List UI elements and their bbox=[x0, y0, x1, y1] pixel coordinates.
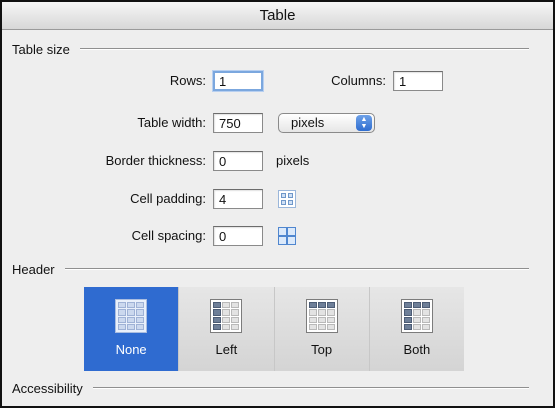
section-accessibility-label: Accessibility bbox=[12, 380, 83, 396]
columns-label: Columns: bbox=[331, 73, 386, 88]
section-table-size: Table size bbox=[12, 40, 529, 58]
section-header: Header bbox=[12, 260, 529, 278]
table-dialog: Table Table size Rows: Columns: Table wi… bbox=[0, 0, 555, 408]
section-accessibility: Accessibility bbox=[12, 379, 529, 397]
section-table-size-label: Table size bbox=[12, 41, 70, 57]
header-option-none[interactable]: None bbox=[84, 287, 180, 371]
border-thickness-input[interactable] bbox=[213, 151, 263, 171]
width-unit-value: pixels bbox=[291, 115, 325, 130]
header-option-label: Top bbox=[311, 342, 333, 357]
border-unit-label: pixels bbox=[276, 153, 310, 168]
cell-padding-label: Cell padding: bbox=[130, 191, 206, 206]
table-left-header-icon bbox=[210, 299, 243, 333]
width-unit-select[interactable]: pixels ▲ ▼ bbox=[278, 113, 375, 133]
dialog-title: Table bbox=[2, 2, 553, 30]
table-width-label: Table width: bbox=[137, 115, 206, 130]
header-option-label: None bbox=[115, 342, 147, 357]
header-option-both[interactable]: Both bbox=[369, 287, 464, 371]
header-option-label: Both bbox=[403, 342, 431, 357]
header-option-top[interactable]: Top bbox=[274, 287, 370, 371]
cell-spacing-icon bbox=[278, 227, 296, 245]
cell-padding-icon bbox=[278, 190, 296, 208]
cell-spacing-input[interactable] bbox=[213, 226, 263, 246]
select-arrows-icon: ▲ ▼ bbox=[356, 115, 372, 131]
table-both-header-icon bbox=[400, 299, 433, 333]
section-divider bbox=[92, 387, 529, 389]
border-thickness-label: Border thickness: bbox=[105, 153, 206, 168]
cell-spacing-label: Cell spacing: bbox=[131, 228, 206, 243]
header-option-left[interactable]: Left bbox=[179, 287, 275, 371]
columns-input[interactable] bbox=[393, 71, 443, 91]
table-width-input[interactable] bbox=[213, 113, 263, 133]
header-option-group: None Left Top Both bbox=[84, 287, 464, 371]
section-header-label: Header bbox=[12, 261, 55, 277]
cell-padding-input[interactable] bbox=[213, 189, 263, 209]
table-no-header-icon bbox=[115, 299, 148, 333]
rows-label: Rows: bbox=[169, 73, 206, 88]
section-divider bbox=[79, 48, 529, 50]
rows-input[interactable] bbox=[213, 71, 263, 91]
header-option-label: Left bbox=[215, 342, 238, 357]
table-top-header-icon bbox=[305, 299, 338, 333]
section-divider bbox=[64, 268, 529, 270]
